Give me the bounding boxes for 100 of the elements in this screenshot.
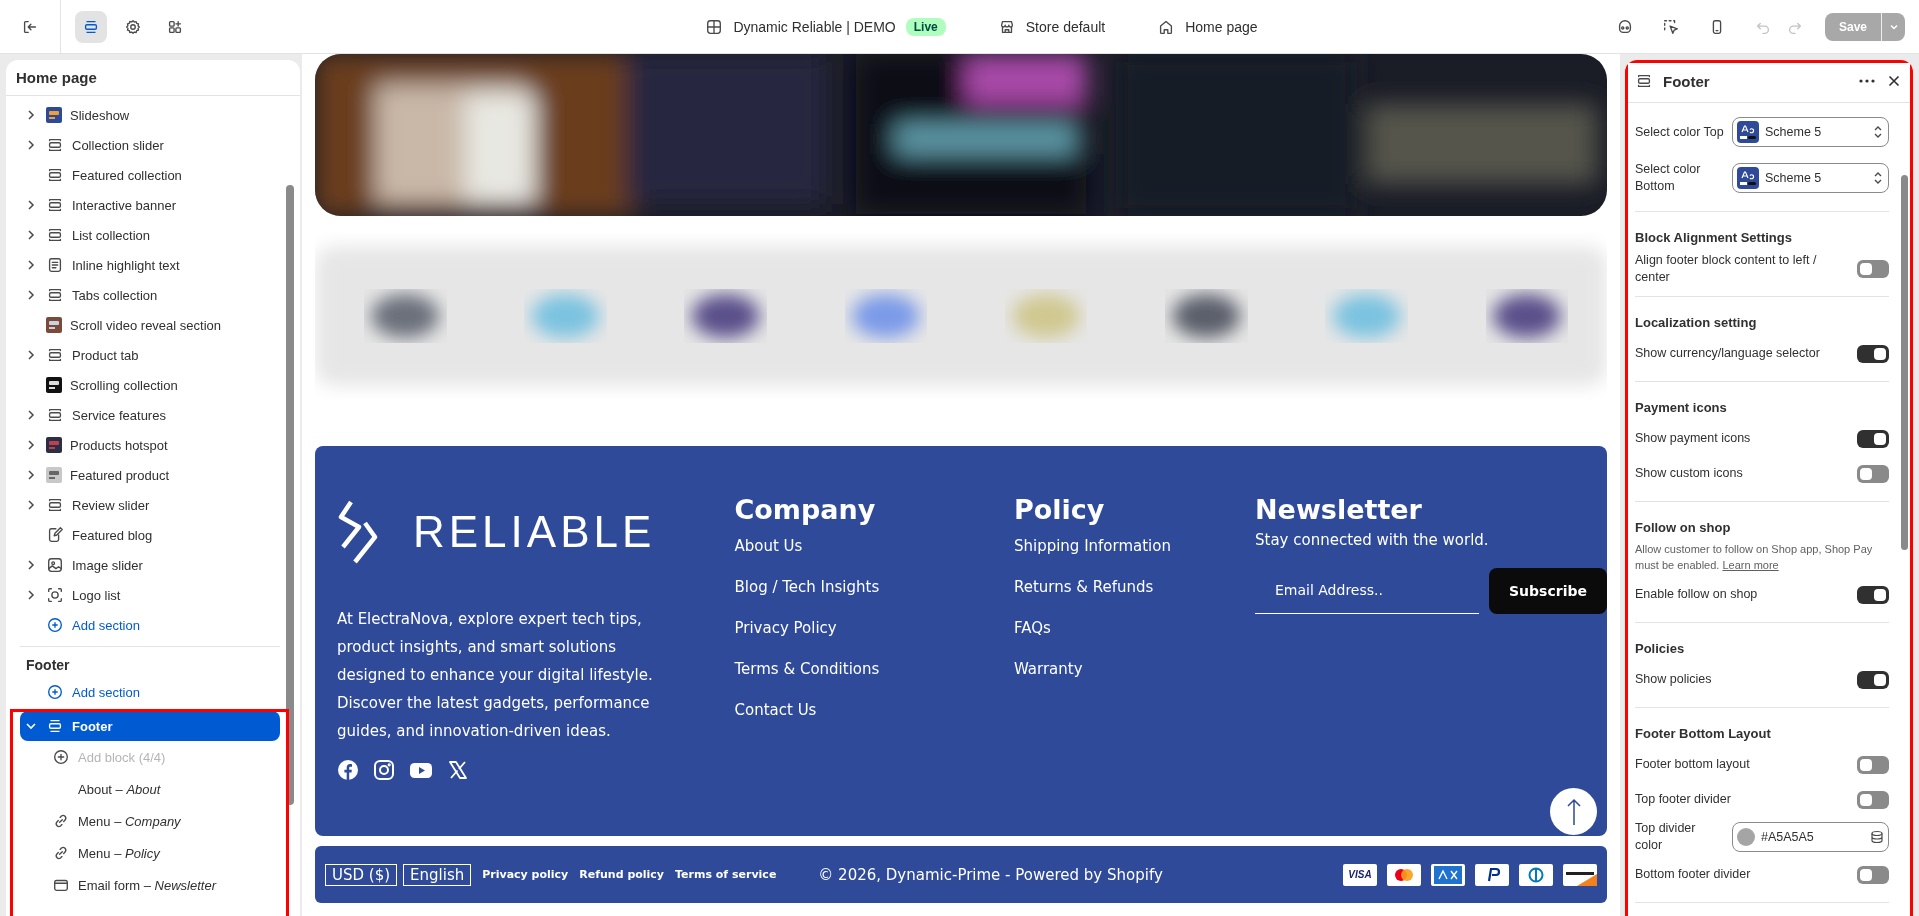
toggle-switch[interactable] xyxy=(1857,755,1889,774)
setting-label: Top footer divider xyxy=(1635,791,1732,808)
store-layout-icon xyxy=(705,17,724,36)
toggle-switch[interactable] xyxy=(1857,259,1889,278)
page-selector[interactable]: Home page xyxy=(1185,18,1258,35)
thumbnail-icon xyxy=(46,317,62,333)
add-circle-icon xyxy=(46,616,64,634)
policy-link[interactable]: Terms of service xyxy=(675,868,777,881)
sidebar-item[interactable]: Featured product xyxy=(20,460,280,490)
settings-icon xyxy=(124,17,142,36)
copyright-text: © 2026, Dynamic-Prime - Powered by Shopify xyxy=(818,865,1164,884)
discover-card-icon xyxy=(1563,863,1597,886)
section-heading: Payment icons xyxy=(1635,400,1728,415)
toggle-switch[interactable] xyxy=(1857,464,1889,483)
scheme-select[interactable]: Scheme 5 xyxy=(1732,117,1889,147)
block-item[interactable]: Menu – Policy xyxy=(20,837,280,869)
section-icon xyxy=(1635,72,1653,90)
sidebar-item[interactable]: Footer xyxy=(20,711,280,741)
sort-caret-icon xyxy=(1872,171,1884,185)
scrollbar[interactable] xyxy=(286,185,294,805)
cursor-select-icon xyxy=(1661,17,1680,36)
footer-link[interactable]: Privacy Policy xyxy=(734,619,1014,660)
sidebar-item[interactable]: Scrolling collection xyxy=(20,370,280,400)
paypal-icon xyxy=(1475,863,1509,886)
sidebar-item[interactable]: Featured collection xyxy=(20,160,280,190)
theme-name[interactable]: Store default xyxy=(1025,18,1106,35)
color-field[interactable]: #A5A5A5 xyxy=(1732,822,1889,852)
instagram-icon[interactable] xyxy=(373,759,395,781)
footer-link[interactable]: FAQs xyxy=(1013,619,1255,660)
x-logo-icon[interactable] xyxy=(447,759,469,781)
policy-link[interactable]: Privacy policy xyxy=(482,868,569,881)
sidebar-item[interactable]: Image slider xyxy=(20,550,280,580)
add-section-link[interactable]: Add section xyxy=(20,677,280,707)
block-item[interactable]: Email form – Newsletter xyxy=(20,869,280,901)
footer-link[interactable]: Contact Us xyxy=(734,701,1014,742)
block-item[interactable]: About – About xyxy=(20,773,280,805)
logo-list-icon xyxy=(46,586,64,604)
policy-link[interactable]: Refund policy xyxy=(579,868,665,881)
toggle-switch[interactable] xyxy=(1857,344,1889,363)
sidebar-item[interactable]: Collection slider xyxy=(20,130,280,160)
thumbnail-icon xyxy=(46,107,62,123)
more-icon xyxy=(1859,79,1875,83)
arrow-up-icon xyxy=(1565,797,1582,826)
sidebar-item[interactable]: Products hotspot xyxy=(20,430,280,460)
section-icon xyxy=(46,286,64,304)
more-button[interactable] xyxy=(1859,79,1875,83)
sidebar-item[interactable]: Featured blog xyxy=(20,520,280,550)
setting-label: Align footer block content to left / center xyxy=(1635,251,1818,286)
setting-label: Top divider color xyxy=(1635,820,1697,854)
block-item[interactable]: Menu – Company xyxy=(20,805,280,837)
footer-link[interactable]: About Us xyxy=(734,537,1014,578)
footer-link[interactable]: Warranty xyxy=(1013,660,1255,701)
language-selector[interactable]: English xyxy=(403,863,472,886)
sidebar-item[interactable]: Service features xyxy=(20,400,280,430)
facebook-icon[interactable] xyxy=(337,759,359,781)
toggle-switch[interactable] xyxy=(1857,790,1889,809)
add-section-link[interactable]: Add section xyxy=(20,610,280,640)
setting-label: Show custom icons xyxy=(1635,465,1744,482)
email-field[interactable]: Email Address.. xyxy=(1255,567,1479,614)
sidebar-item[interactable]: Slideshow xyxy=(20,100,280,130)
learn-more-link[interactable]: Learn more xyxy=(1722,559,1779,571)
footer-link[interactable]: Blog / Tech Insights xyxy=(734,578,1014,619)
column-heading: Newsletter xyxy=(1255,494,1423,525)
section-heading: Block Alignment Settings xyxy=(1635,230,1793,245)
section-icon xyxy=(46,496,64,514)
section-icon xyxy=(46,136,64,154)
setting-label: Enable follow on shop xyxy=(1635,586,1759,603)
sidebar-item[interactable]: Inline highlight text xyxy=(20,250,280,280)
setting-label: Show policies xyxy=(1635,671,1713,688)
footer-link[interactable]: Returns & Refunds xyxy=(1013,578,1255,619)
sidebar-item[interactable]: Product tab xyxy=(20,340,280,370)
about-text: At ElectraNova, explore expert tech tips, product insights, and smart solutions designed to enhance your digital lifestyle. Discover the latest gadgets, performance guides, and innovation-driven ideas. xyxy=(337,609,654,742)
sidebar-item[interactable]: Logo list xyxy=(20,580,280,610)
color-scheme-icon xyxy=(1737,167,1759,189)
toggle-switch[interactable] xyxy=(1857,670,1889,689)
sidebar-item[interactable]: List collection xyxy=(20,220,280,250)
section-description: Allow customer to follow on Shop app, Shop Pay must be enabled. Learn more xyxy=(1635,542,1874,573)
scheme-select[interactable]: Scheme 5 xyxy=(1732,163,1889,193)
column-heading: Policy xyxy=(1013,494,1106,525)
section-icon xyxy=(46,226,64,244)
thumbnail-icon xyxy=(46,437,62,453)
scrollbar[interactable] xyxy=(1901,175,1908,550)
subscribe-button[interactable]: Subscribe xyxy=(1489,567,1607,614)
sidebar-item[interactable]: Tabs collection xyxy=(20,280,280,310)
sidebar-item[interactable]: Scroll video reveal section xyxy=(20,310,280,340)
sidebar-item[interactable]: Interactive banner xyxy=(20,190,280,220)
section-heading: Follow on shop xyxy=(1635,520,1732,535)
thumbnail-icon xyxy=(46,467,62,483)
setting-label: Show currency/language selector xyxy=(1635,345,1821,362)
footer-link[interactable]: Terms & Conditions xyxy=(734,660,1014,701)
toggle-switch[interactable] xyxy=(1857,585,1889,604)
add-circle-icon xyxy=(46,683,64,701)
footer-link[interactable]: Shipping Information xyxy=(1013,537,1255,578)
currency-selector[interactable]: USD ($) xyxy=(325,863,398,886)
toggle-switch[interactable] xyxy=(1857,429,1889,448)
sidebar-item[interactable]: Review slider xyxy=(20,490,280,520)
sections-button[interactable] xyxy=(75,10,107,43)
panel-title: Footer xyxy=(1663,72,1711,90)
sort-caret-icon xyxy=(1872,125,1884,139)
toggle-switch[interactable] xyxy=(1857,865,1889,884)
